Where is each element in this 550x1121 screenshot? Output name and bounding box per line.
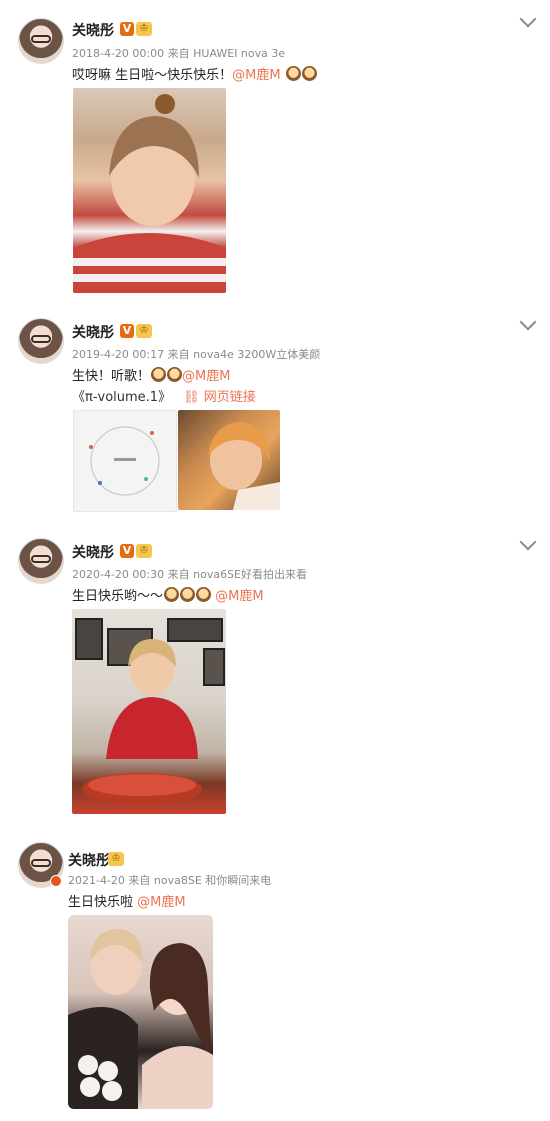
verified-icon: V <box>120 324 134 338</box>
chevron-down-icon[interactable] <box>519 313 537 331</box>
surprised-emoji-icon <box>167 367 183 382</box>
verified-icon: V <box>120 22 134 36</box>
cake-emoji-icon <box>180 587 196 602</box>
post-body: 生日快乐啦 <box>68 895 134 910</box>
post-text: 生日快乐哟～～ @M鹿M <box>72 585 264 604</box>
mention-link[interactable]: @M鹿M <box>232 68 280 83</box>
verified-icon: V <box>120 544 134 558</box>
album-title[interactable]: 《π-volume.1》 <box>72 390 171 405</box>
album-cover-illustration <box>89 426 160 496</box>
post-body: 哎呀嘛 生日啦～快乐快乐！ <box>72 68 233 83</box>
mention-link[interactable]: @M鹿M <box>215 589 263 604</box>
crown-icon: ♔ <box>136 544 152 558</box>
post-2: 关晓彤 V ♔ 2019-4-20 00:17 来自 nova4e 3200W立… <box>0 300 550 520</box>
emoji-badge-icon: ♔ <box>108 852 124 866</box>
web-link[interactable]: ⛓ 网页链接 <box>183 390 256 405</box>
post-meta: 2021-4-20 来自 nova8SE 和你瞬间来电 <box>68 874 272 887</box>
user-name[interactable]: 关晓彤 <box>72 322 114 342</box>
link-line: 《π-volume.1》 ⛓ 网页链接 <box>72 386 256 405</box>
cake-emoji-icon <box>164 587 180 602</box>
avatar[interactable] <box>18 18 64 64</box>
post-photo[interactable] <box>73 88 226 293</box>
post-text: 哎呀嘛 生日啦～快乐快乐！@M鹿M <box>72 64 317 83</box>
photo-illustration <box>75 618 225 805</box>
post-body: 生快！听歌！ <box>72 369 151 384</box>
avatar[interactable] <box>18 318 64 364</box>
crown-icon: ♔ <box>136 22 152 36</box>
post-photo[interactable] <box>68 915 213 1109</box>
user-name[interactable]: 关晓彤 <box>72 20 114 40</box>
surprised-emoji-icon <box>151 367 167 382</box>
post-meta: 2019-4-20 00:17 来自 nova4e 3200W立体美颜 <box>72 348 321 361</box>
chevron-down-icon[interactable] <box>519 10 537 28</box>
post-meta: 2018-4-20 00:00 来自 HUAWEI nova 3e <box>72 47 286 60</box>
cake-emoji-icon <box>196 587 212 602</box>
cake-emoji-icon <box>285 66 301 81</box>
post-3: 关晓彤 V ♔ 2020-4-20 00:30 来自 nova6SE好看拍出来看… <box>0 520 550 820</box>
chevron-down-icon[interactable] <box>519 533 537 551</box>
post-body: 生日快乐哟～～ <box>72 589 164 604</box>
post-text: 生日快乐啦 @M鹿M <box>68 891 186 910</box>
post-photo-2[interactable] <box>178 410 280 510</box>
link-icon: ⛓ <box>183 390 204 405</box>
user-name[interactable]: 关晓彤 <box>72 542 114 562</box>
crown-icon: ♔ <box>136 324 152 338</box>
selfie-illustration <box>68 929 213 1109</box>
post-meta: 2020-4-20 00:30 来自 nova6SE好看拍出来看 <box>72 568 308 581</box>
mention-link[interactable]: @M鹿M <box>137 895 185 910</box>
post-photo-1[interactable] <box>73 410 177 512</box>
post-1: 关晓彤 V ♔ 2018-4-20 00:00 来自 HUAWEI nova 3… <box>0 0 550 300</box>
post-photo[interactable] <box>72 609 226 814</box>
user-name[interactable]: 关晓彤 <box>68 850 110 870</box>
photo-illustration <box>73 94 226 293</box>
post-4: 关晓彤 ♔ 2021-4-20 来自 nova8SE 和你瞬间来电 生日快乐啦 … <box>0 820 550 1121</box>
cake-emoji-icon <box>301 66 317 81</box>
avatar[interactable] <box>18 538 64 584</box>
web-link-label: 网页链接 <box>203 390 256 405</box>
portrait-illustration <box>208 422 280 510</box>
mention-link[interactable]: @M鹿M <box>182 369 230 384</box>
post-text: 生快！听歌！ @M鹿M <box>72 365 230 384</box>
verified-badge-icon <box>50 875 62 887</box>
